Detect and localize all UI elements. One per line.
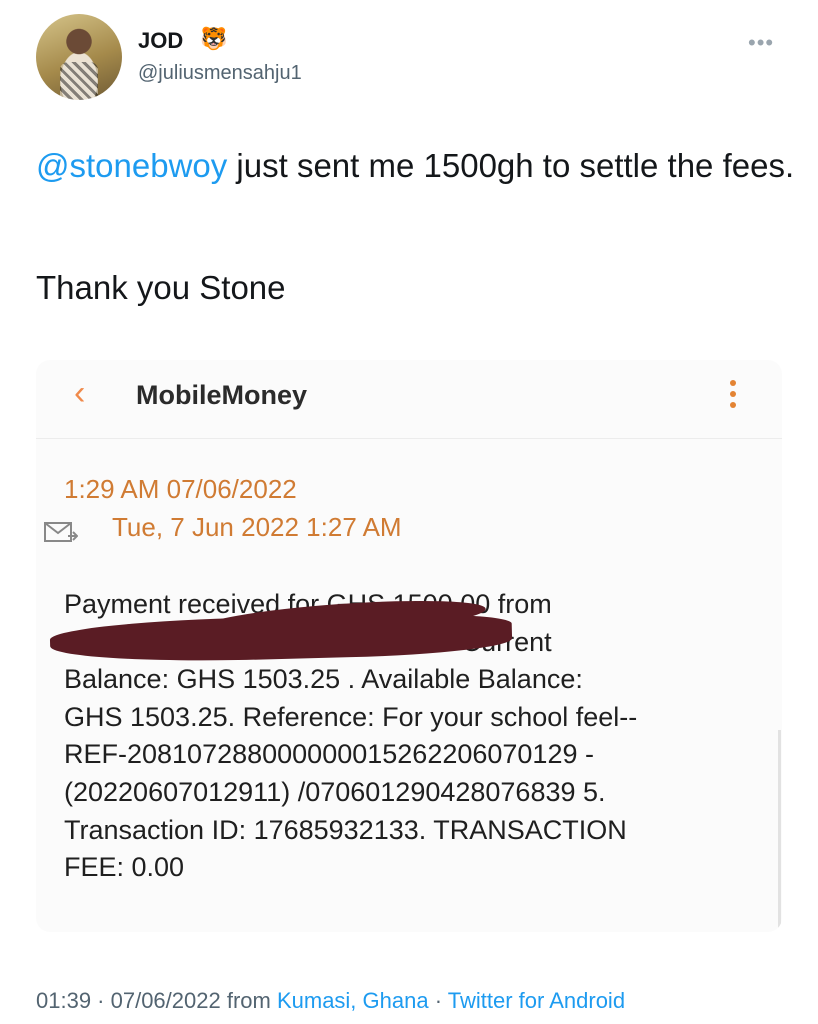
avatar[interactable] (36, 14, 122, 100)
author-name[interactable]: JOD (138, 28, 183, 54)
more-dots-icon[interactable]: ••• (748, 30, 774, 56)
tweet-timestamp[interactable]: 01:39 · 07/06/2022 (36, 988, 221, 1013)
tweet-meta: 01:39 · 07/06/2022 from Kumasi, Ghana · … (36, 988, 625, 1014)
message-line: Transaction ID: 17685932133. TRANSACTION (64, 814, 627, 845)
chevron-left-icon: ‹ (74, 374, 86, 412)
mention-link[interactable]: @stonebwoy (36, 147, 227, 184)
meta-separator: · (428, 988, 448, 1013)
author-emoji: 🐯 (200, 26, 228, 51)
app-header: ‹ MobileMoney (36, 360, 782, 439)
avatar-photo (60, 62, 98, 100)
attached-image[interactable]: ‹ MobileMoney 1:29 AM 07/06/2022 Tue, 7 … (36, 360, 782, 932)
message-line: FEE: 0.00 (64, 852, 185, 883)
envelope-icon (44, 522, 78, 542)
from-label: from (220, 988, 277, 1013)
scrollbar (778, 730, 781, 930)
message-line: GHS 1503.25. Reference: For your school … (64, 701, 638, 732)
author-handle[interactable]: @juliusmensahju1 (138, 62, 302, 85)
kebab-menu-icon (730, 380, 738, 413)
tweet-text: @stonebwoy just sent me 1500gh to settle… (36, 142, 806, 190)
received-time: 1:29 AM 07/06/2022 (64, 474, 297, 504)
app-title: MobileMoney (136, 380, 308, 410)
sent-time: Tue, 7 Jun 2022 1:27 AM (112, 512, 402, 542)
tweet-text-body: just sent me 1500gh to settle the fees. (227, 147, 795, 184)
message-line: REF-208107288000000015262206070129 - (64, 739, 594, 770)
message-line: Balance: GHS 1503.25 . Available Balance… (64, 664, 583, 695)
location-link[interactable]: Kumasi, Ghana (277, 988, 429, 1013)
client-link[interactable]: Twitter for Android (448, 988, 625, 1013)
message-line: (20220607012911) /070601290428076839 5. (64, 776, 606, 807)
tweet-text-line2: Thank you Stone (36, 269, 286, 306)
